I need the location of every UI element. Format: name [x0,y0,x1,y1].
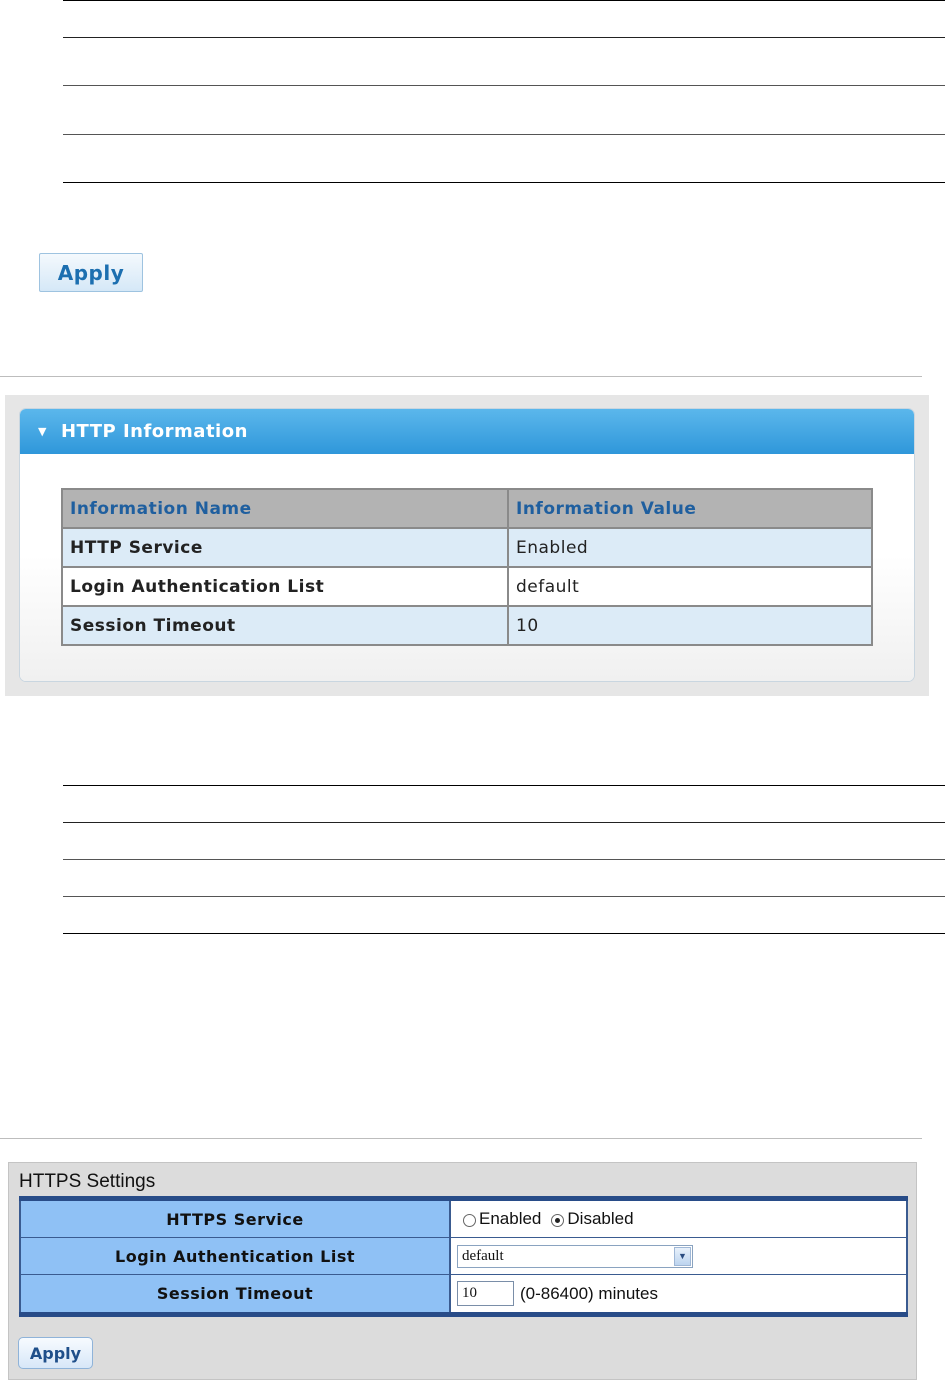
collapse-triangle-icon: ▼ [38,425,47,438]
top-table-line [63,85,945,86]
session-timeout-value: 10 (0-86400) minutes [451,1275,908,1312]
login-auth-label: Login Authentication List [19,1238,451,1274]
top-table-line [63,37,945,38]
column-header-name: Information Name [61,488,509,529]
https-settings-panel: HTTPS Settings HTTPS Service Enabled Dis… [8,1162,917,1380]
top-table-line [63,182,945,183]
session-timeout-hint: (0-86400) minutes [520,1283,658,1303]
session-timeout-label: Session Timeout [19,1275,451,1312]
table-header-row: Information Name Information Value [61,488,873,529]
table-row: HTTP Service Enabled [61,527,873,568]
session-timeout-input[interactable]: 10 [457,1281,514,1306]
apply-button-https[interactable]: Apply [18,1337,93,1369]
top-table-line [63,0,945,1]
login-auth-select[interactable]: default ▼ [457,1244,693,1268]
info-name-cell: Login Authentication List [61,566,509,607]
section-separator [0,1138,922,1139]
chevron-down-icon[interactable]: ▼ [674,1246,691,1266]
info-name-cell: HTTP Service [61,527,509,568]
info-name-cell: Session Timeout [61,605,509,646]
https-service-value: Enabled Disabled [451,1201,908,1237]
login-auth-selected-value: default [462,1247,504,1264]
http-information-frame: ▼ HTTP Information Information Name Info… [5,395,929,696]
column-header-value: Information Value [507,488,873,529]
https-settings-title: HTTPS Settings [19,1171,156,1192]
http-information-title: HTTP Information [60,421,248,442]
http-information-header[interactable]: ▼ HTTP Information [20,409,914,454]
https-service-label: HTTPS Service [19,1201,451,1237]
https-settings-table: HTTPS Service Enabled Disabled Login Aut… [19,1196,908,1317]
middle-table-line [63,933,945,934]
middle-table-line [63,859,945,860]
section-separator [0,376,922,377]
session-timeout-row: Session Timeout 10 (0-86400) minutes [19,1275,908,1312]
radio-checked-icon[interactable] [551,1213,565,1227]
https-enabled-radio[interactable]: Enabled [463,1209,541,1229]
apply-button-top[interactable]: Apply [39,253,143,292]
https-disabled-radio[interactable]: Disabled [551,1209,634,1229]
middle-table-line [63,822,945,823]
https-enabled-label: Enabled [479,1209,542,1228]
http-information-panel: ▼ HTTP Information Information Name Info… [19,408,915,682]
top-table-line [63,134,945,135]
http-information-body: Information Name Information Value HTTP … [20,454,914,681]
middle-table-line [63,896,945,897]
https-service-row: HTTPS Service Enabled Disabled [19,1201,908,1238]
login-auth-value: default ▼ [451,1238,908,1274]
https-disabled-label: Disabled [567,1209,634,1228]
http-information-table: Information Name Information Value HTTP … [61,488,873,646]
radio-unchecked-icon[interactable] [463,1213,476,1227]
info-value-cell: default [507,566,873,607]
middle-table-line [63,785,945,786]
table-row: Session Timeout 10 [61,605,873,646]
info-value-cell: Enabled [507,527,873,568]
login-auth-row: Login Authentication List default ▼ [19,1238,908,1275]
table-row: Login Authentication List default [61,566,873,607]
info-value-cell: 10 [507,605,873,646]
